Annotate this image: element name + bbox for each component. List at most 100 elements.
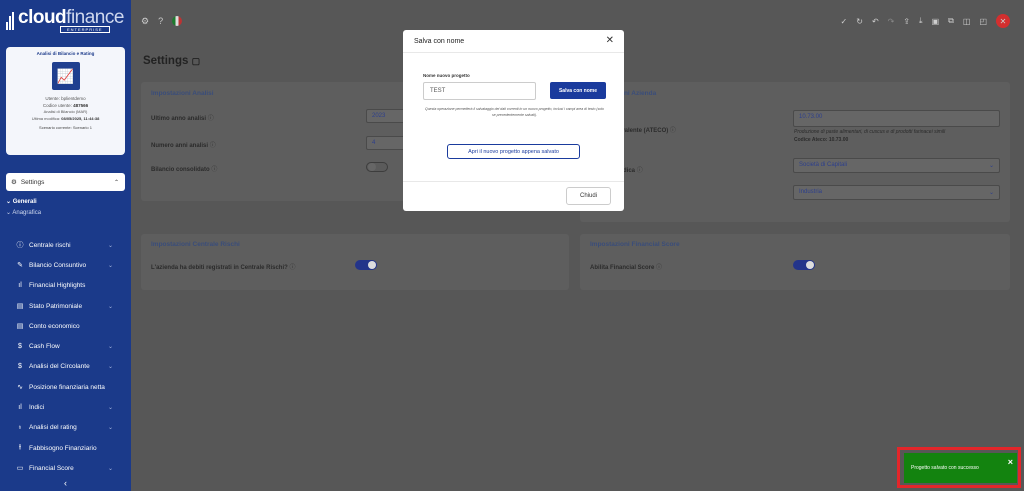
modal-title: Salva con nome [403, 30, 624, 53]
nav-item-7[interactable]: ∿ Posizione finanziaria netta [0, 377, 131, 397]
info-icon[interactable]: ⓘ [208, 116, 214, 122]
info-icon[interactable]: ⓘ [289, 265, 295, 271]
nav-item-label: Cash Flow [29, 343, 60, 351]
project-name-label: Nome nuovo progetto [423, 73, 470, 78]
nav-item-2[interactable]: ıl Financial Highlights [0, 276, 131, 296]
upload-icon[interactable]: ⇪ [903, 17, 910, 26]
modal-note: Questa operazione permetterà il salvatag… [425, 107, 604, 117]
save-as-button[interactable]: Salva con nome [550, 82, 606, 99]
nav-item-label: Financial Highlights [29, 282, 86, 290]
nav-item-label: Financial Score [29, 464, 74, 472]
copy-icon[interactable]: ⧉ [948, 16, 954, 26]
nav-item-label: Analisi del Circolante [29, 363, 90, 371]
page-title-text: Settings [143, 55, 189, 67]
subnav-anagrafica[interactable]: ⌄ Anagrafica [6, 208, 131, 219]
sliders-icon: ⫲ [18, 444, 22, 452]
user-value: bplientdemo [61, 96, 86, 101]
refresh-icon[interactable]: ↻ [856, 17, 863, 26]
nav-item-label: Stato Patrimoniale [29, 302, 83, 310]
ateco-input[interactable]: 10.73.00 [793, 110, 1000, 127]
collapse-sidebar-icon[interactable]: ‹ [64, 478, 67, 488]
settore-select[interactable]: Industria ⌄ [793, 185, 1000, 200]
open-new-project-button[interactable]: Apri il nuovo progetto appena salvato [447, 144, 580, 159]
subnav-generali-label: Generali [12, 199, 37, 205]
brand-logo[interactable]: cloudfinance ENTERPRISE [0, 0, 131, 42]
nav: ⚙ Settings ⌃ ⌄ Generali ⌄ Anagrafica ⓘ Ce… [0, 170, 131, 479]
chevron-down-icon: ⌄ [107, 344, 113, 351]
chevron-down-icon: ⌄ [107, 405, 113, 412]
nav-item-9[interactable]: ♁ Analisi del rating ⌄ [0, 418, 131, 438]
nav-item-1[interactable]: ✎ Bilancio Consuntivo ⌄ [0, 255, 131, 275]
bars-icon: ıl [18, 404, 22, 412]
rischi-question: L'azienda ha debiti registrati in Centra… [151, 265, 288, 271]
info-icon: ⓘ [16, 242, 24, 250]
chevron-down-icon: ⌄ [107, 262, 113, 269]
panel-analisi-title: Impostazioni Analisi [151, 90, 214, 97]
panel-azienda: Impostazioni Azienda Attività prevalente… [580, 82, 1010, 222]
help-icon[interactable]: ? [158, 16, 163, 26]
edit-icon: ✎ [17, 262, 23, 270]
nav-item-label: Analisi del rating [29, 424, 77, 432]
sidebar: cloudfinance ENTERPRISE Analisi di Bilan… [0, 0, 131, 491]
consolidato-toggle[interactable] [366, 162, 388, 172]
nav-settings[interactable]: ⚙ Settings ⌃ [6, 173, 125, 191]
nav-item-4[interactable]: ▤ Conto economico [0, 316, 131, 336]
chevron-up-icon: ⌃ [113, 179, 119, 186]
modal-close-icon[interactable]: ✕ [606, 35, 614, 46]
columns-icon[interactable]: ◫ [963, 17, 971, 26]
nav-item-6[interactable]: $ Analisi del Circolante ⌄ [0, 357, 131, 377]
book-icon: ▢ [191, 56, 201, 66]
download-icon[interactable]: ⤓ [919, 16, 923, 26]
logo-edition: ENTERPRISE [60, 25, 110, 33]
undo-icon[interactable]: ↶ [872, 17, 879, 26]
nav-item-0[interactable]: ⓘ Centrale rischi ⌄ [0, 235, 131, 255]
project-name-input[interactable]: TEST [423, 82, 536, 100]
layout-icon[interactable]: ◰ [979, 17, 987, 26]
code-value: 487566 [73, 102, 89, 108]
chart-icon: 📈 [51, 62, 80, 90]
italy-flag-icon[interactable] [172, 16, 183, 26]
panel-score: Impostazioni Financial Score Abilita Fin… [580, 234, 1010, 290]
dollar-icon: $ [18, 343, 22, 351]
forma-value: Società di Capitali [799, 162, 848, 168]
info-icon[interactable]: ⓘ [670, 128, 676, 134]
nav-item-5[interactable]: $ Cash Flow ⌄ [0, 336, 131, 356]
rischi-toggle[interactable] [355, 260, 377, 270]
nav-item-3[interactable]: ▤ Stato Patrimoniale ⌄ [0, 296, 131, 316]
info-icon[interactable]: ⓘ [211, 167, 217, 173]
document-icon: ▤ [16, 303, 24, 311]
modal-divider [403, 181, 624, 182]
success-toast: Progetto salvato con successo × [904, 453, 1017, 483]
info-icon[interactable]: ⓘ [210, 143, 216, 149]
chevron-down-icon: ⌄ [107, 364, 113, 371]
bars-icon: ıl [18, 282, 22, 290]
nav-item-11[interactable]: ▭ Financial Score ⌄ [0, 458, 131, 478]
settings-gear-icon[interactable]: ⚙ [141, 16, 149, 27]
toast-text: Progetto salvato con successo [911, 465, 979, 471]
check-icon[interactable]: ✓ [841, 17, 848, 26]
forma-select[interactable]: Società di Capitali ⌄ [793, 158, 1000, 173]
scenario-button[interactable]: Scenario corrente: Scenario 1 [6, 125, 125, 130]
nav-item-8[interactable]: ıl Indici ⌄ [0, 397, 131, 417]
logo-finance: finance [66, 6, 124, 28]
panel-score-title: Impostazioni Financial Score [590, 241, 680, 248]
info-icon[interactable]: ⓘ [637, 168, 643, 174]
card-title: Analisi di Bilancio e Rating [36, 51, 95, 56]
chevron-down-icon: ⌄ [107, 242, 113, 249]
nav-item-10[interactable]: ⫲ Fabbisogno Finanziario [0, 438, 131, 458]
nav-item-label: Indici [29, 404, 45, 412]
medal-icon: ♁ [17, 424, 23, 432]
activity-icon: ∿ [17, 384, 23, 392]
user-label: Utente: [45, 96, 60, 101]
close-icon[interactable]: ✕ [996, 14, 1010, 28]
close-button[interactable]: Chiudi [566, 187, 611, 205]
nav-item-label: Bilancio Consuntivo [29, 261, 87, 269]
subnav-generali[interactable]: ⌄ Generali [6, 197, 131, 208]
redo-icon[interactable]: ↷ [888, 17, 895, 26]
toast-close-icon[interactable]: × [1008, 457, 1013, 467]
save-icon[interactable]: ▣ [932, 17, 940, 26]
dollar-icon: $ [18, 363, 22, 371]
score-toggle[interactable] [793, 260, 815, 270]
info-icon[interactable]: ⓘ [656, 265, 662, 271]
save-as-modal: Salva con nome ✕ Nome nuovo progetto TES… [403, 30, 624, 211]
